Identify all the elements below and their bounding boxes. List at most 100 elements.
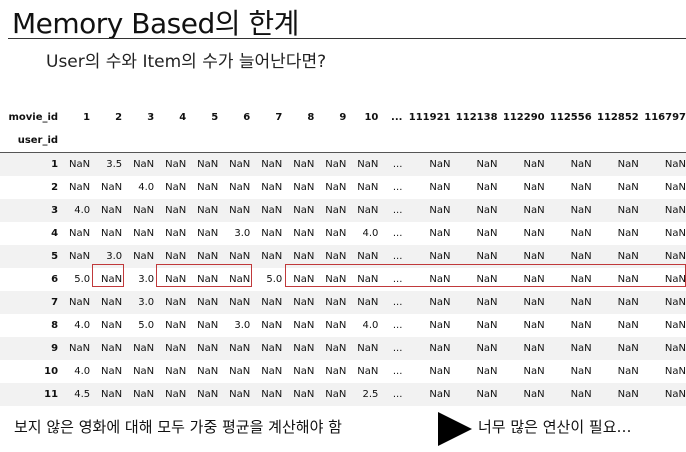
table-cell: NaN bbox=[617, 343, 639, 354]
table-cell: 4.0 bbox=[74, 205, 91, 216]
row-index: 3 bbox=[51, 205, 59, 216]
table-cell: NaN bbox=[101, 228, 123, 239]
table-cell: NaN bbox=[293, 182, 315, 193]
table-cell: NaN bbox=[293, 389, 315, 400]
table-cell: NaN bbox=[357, 343, 379, 354]
table-cell: NaN bbox=[357, 205, 379, 216]
title-divider bbox=[8, 38, 686, 39]
column-header: 2 bbox=[115, 112, 123, 123]
column-header: 9 bbox=[339, 112, 347, 123]
table-cell: ... bbox=[392, 343, 403, 354]
table-cell: NaN bbox=[229, 343, 251, 354]
table-cell: NaN bbox=[197, 343, 219, 354]
ratings-table: movie_id 1 2 3 4 5 6 7 8 9 10... 111921 112138 11229… bbox=[0, 106, 686, 406]
table-cell: NaN bbox=[523, 228, 545, 239]
table-cell: NaN bbox=[429, 159, 451, 170]
empty-header-cell bbox=[58, 129, 91, 153]
table-cell: NaN bbox=[293, 366, 315, 377]
highlight-box bbox=[156, 264, 252, 287]
table-cell: 3.0 bbox=[138, 297, 155, 308]
row-index: 2 bbox=[51, 182, 59, 193]
table-cell: NaN bbox=[69, 297, 91, 308]
table-cell: NaN bbox=[476, 343, 498, 354]
table-cell: NaN bbox=[570, 297, 592, 308]
column-header: 111921 bbox=[408, 112, 451, 123]
table-cell: 5.0 bbox=[138, 320, 155, 331]
table-cell: NaN bbox=[133, 159, 155, 170]
table-cell: NaN bbox=[664, 343, 686, 354]
row-index: 7 bbox=[51, 297, 59, 308]
table-cell: NaN bbox=[229, 205, 251, 216]
column-header: 112852 bbox=[596, 112, 639, 123]
table-cell: NaN bbox=[429, 320, 451, 331]
column-header: 4 bbox=[179, 112, 187, 123]
table-cell: NaN bbox=[617, 389, 639, 400]
table-cell: NaN bbox=[229, 366, 251, 377]
row-index: 4 bbox=[51, 228, 59, 239]
table-cell: NaN bbox=[69, 159, 91, 170]
table-cell: NaN bbox=[476, 320, 498, 331]
table-cell: NaN bbox=[229, 182, 251, 193]
table-cell: NaN bbox=[570, 343, 592, 354]
table-cell: NaN bbox=[664, 389, 686, 400]
empty-header-cell bbox=[346, 129, 379, 153]
index-name-row: user_id bbox=[0, 129, 686, 153]
table-cell: NaN bbox=[261, 297, 283, 308]
table-cell: NaN bbox=[664, 182, 686, 193]
table-cell: NaN bbox=[69, 251, 91, 262]
table-cell: NaN bbox=[101, 343, 123, 354]
column-header-row: movie_id 1 2 3 4 5 6 7 8 9 10... 111921 112138 11229… bbox=[0, 106, 686, 129]
table-cell: NaN bbox=[570, 389, 592, 400]
table-cell: NaN bbox=[293, 297, 315, 308]
table-cell: NaN bbox=[101, 320, 123, 331]
table-row: 1 NaN 3.5 NaN NaN NaN NaN NaN NaN NaN NaN... NaN NaN… bbox=[0, 152, 686, 176]
table-cell: 4.0 bbox=[362, 228, 379, 239]
table-cell: NaN bbox=[293, 343, 315, 354]
table-cell: NaN bbox=[617, 159, 639, 170]
empty-header-cell bbox=[402, 129, 451, 153]
table-cell: ... bbox=[392, 320, 403, 331]
highlight-box bbox=[285, 264, 686, 287]
table-cell: 3.0 bbox=[234, 320, 251, 331]
table-cell: NaN bbox=[229, 297, 251, 308]
column-header: 5 bbox=[211, 112, 219, 123]
table-cell: NaN bbox=[165, 366, 187, 377]
table-cell: NaN bbox=[664, 320, 686, 331]
table-cell: NaN bbox=[357, 297, 379, 308]
table-cell: NaN bbox=[133, 389, 155, 400]
table-cell: NaN bbox=[165, 343, 187, 354]
table-row: 3 4.0 NaN NaN NaN NaN NaN NaN NaN NaN NaN... NaN NaN… bbox=[0, 199, 686, 222]
table-cell: 4.5 bbox=[74, 389, 91, 400]
table-cell: NaN bbox=[523, 159, 545, 170]
table-cell: NaN bbox=[325, 389, 347, 400]
table-cell: ... bbox=[392, 182, 403, 193]
table-row: 4 NaN NaN NaN NaN NaN 3.0 NaN NaN NaN 4.0... NaN NaN… bbox=[0, 222, 686, 245]
table-cell: 4.0 bbox=[74, 366, 91, 377]
bottom-right-note: 너무 많은 연산이 필요… bbox=[478, 418, 632, 436]
table-cell: ... bbox=[392, 366, 403, 377]
table-cell: NaN bbox=[165, 182, 187, 193]
table-cell: ... bbox=[392, 159, 403, 170]
table-cell: NaN bbox=[133, 228, 155, 239]
table-cell: NaN bbox=[165, 159, 187, 170]
table-cell: 5.0 bbox=[266, 274, 283, 285]
table-cell: NaN bbox=[476, 297, 498, 308]
table-cell: NaN bbox=[261, 343, 283, 354]
table-cell: 3.5 bbox=[106, 159, 123, 170]
empty-header-cell bbox=[450, 129, 498, 153]
table-cell: NaN bbox=[664, 366, 686, 377]
table-cell: NaN bbox=[570, 366, 592, 377]
column-header: 6 bbox=[243, 112, 251, 123]
empty-header-cell bbox=[638, 129, 686, 153]
table-cell: NaN bbox=[570, 228, 592, 239]
table-cell: NaN bbox=[325, 205, 347, 216]
table-cell: NaN bbox=[165, 320, 187, 331]
index-name: user_id bbox=[0, 129, 59, 153]
table-cell: NaN bbox=[617, 228, 639, 239]
table-cell: NaN bbox=[261, 159, 283, 170]
table-cell: NaN bbox=[617, 366, 639, 377]
table-cell: NaN bbox=[617, 320, 639, 331]
table-cell: NaN bbox=[523, 366, 545, 377]
table-cell: NaN bbox=[133, 343, 155, 354]
row-index: 8 bbox=[51, 320, 59, 331]
